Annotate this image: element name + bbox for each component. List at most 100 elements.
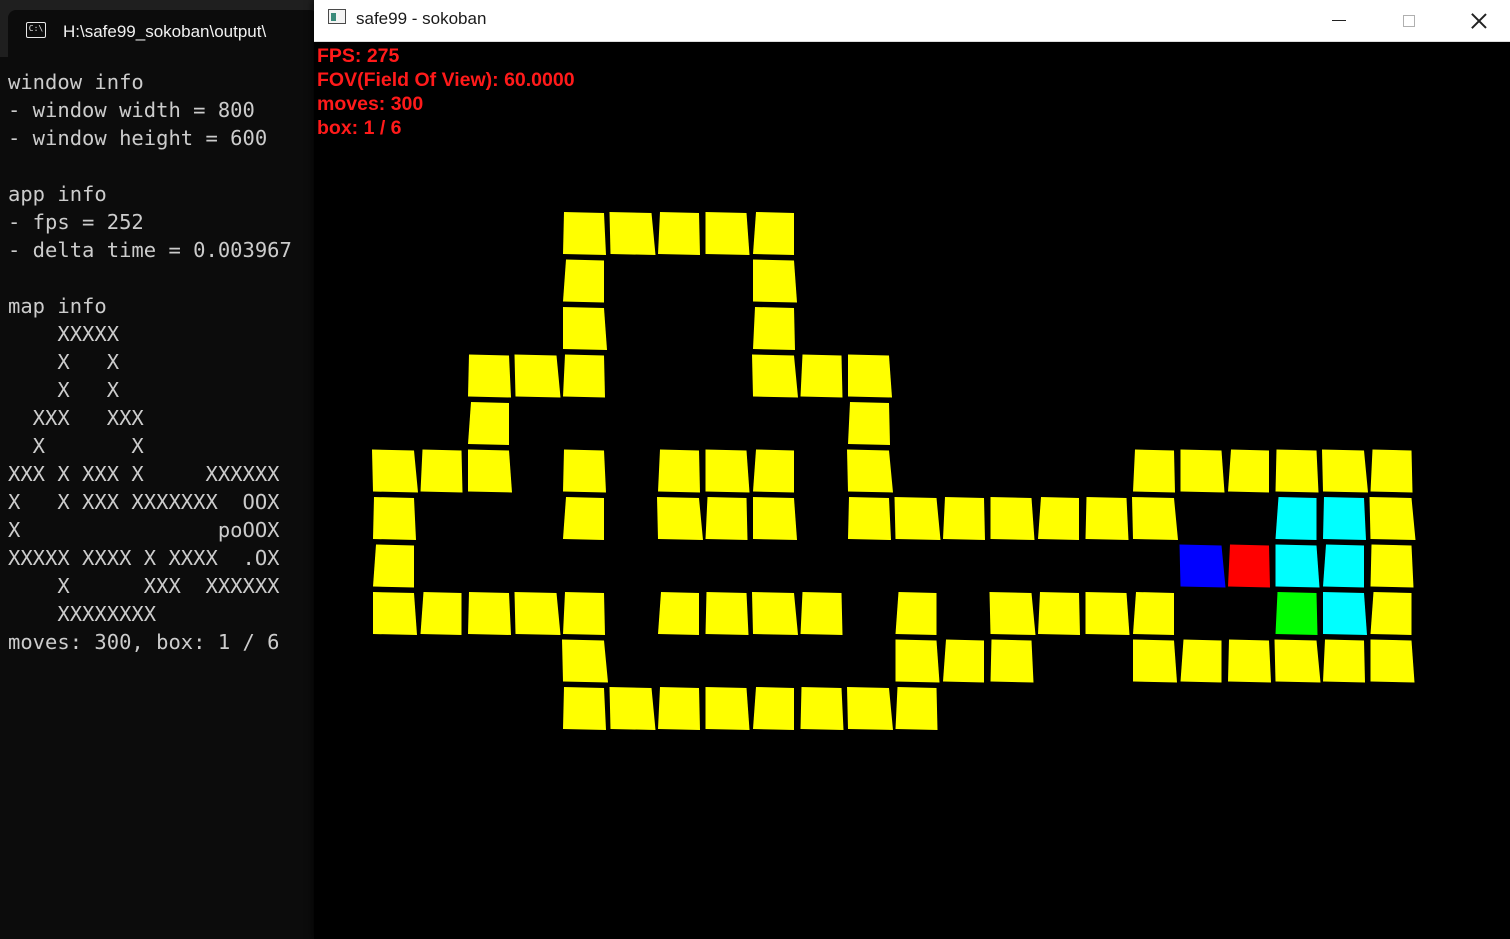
console-tab-bar: C:\ H:\safe99_sokoban\output\	[0, 0, 318, 57]
wall-tile	[1274, 639, 1321, 683]
wall-tile	[1370, 639, 1415, 683]
goal-tile	[1323, 592, 1367, 635]
wall-tile	[1180, 449, 1225, 493]
wall-tile	[1370, 449, 1413, 493]
console-tab[interactable]: C:\ H:\safe99_sokoban\output\	[8, 10, 318, 57]
wall-tile	[563, 212, 606, 255]
wall-tile	[943, 497, 985, 540]
wall-tile	[562, 639, 608, 683]
close-button[interactable]	[1444, 0, 1510, 41]
wall-tile	[563, 592, 605, 635]
wall-tile	[373, 544, 414, 588]
wall-tile	[847, 449, 893, 493]
maximize-button[interactable]	[1374, 0, 1444, 41]
wall-tile	[1228, 449, 1269, 493]
wall-tile	[800, 592, 843, 635]
wall-tile	[563, 307, 607, 350]
wall-tile	[1180, 639, 1222, 683]
wall-tile	[752, 592, 798, 635]
goal-tile	[1323, 497, 1366, 540]
title-bar[interactable]: safe99 - sokoban	[314, 0, 1510, 42]
maximize-icon	[1403, 14, 1415, 27]
wall-tile	[563, 449, 606, 493]
wall-tile	[943, 639, 984, 683]
wall-tile	[753, 449, 794, 493]
wall-tile	[468, 354, 511, 398]
wall-tile	[1038, 592, 1080, 635]
wall-tile	[753, 497, 797, 540]
console-output: window info - window width = 800 - windo…	[8, 70, 292, 654]
wall-tile	[1038, 497, 1079, 540]
wall-tile	[705, 212, 750, 255]
wall-tile	[609, 687, 656, 730]
wall-tile	[420, 592, 462, 635]
wall-tile	[372, 449, 418, 493]
sokoban-scene	[372, 212, 1416, 730]
wall-tile	[658, 687, 700, 730]
wall-tile	[1085, 497, 1129, 540]
hud-fov: FOV(Field Of View): 60.0000	[317, 69, 575, 91]
wall-tile	[848, 354, 892, 398]
wall-tile	[1085, 592, 1130, 635]
minimize-icon	[1332, 19, 1346, 22]
wall-tile	[514, 354, 561, 398]
wall-tile	[1322, 449, 1368, 493]
box-tile	[1228, 544, 1270, 588]
wall-tile	[1133, 592, 1174, 635]
wall-tile	[895, 639, 940, 683]
wall-tile	[563, 687, 606, 730]
wall-tile	[609, 212, 656, 255]
wall-tile	[990, 497, 1035, 540]
wall-tile	[420, 449, 463, 493]
game-window[interactable]: safe99 - sokoban FPS: 275 FOV(Field Of V…	[314, 0, 1510, 939]
close-icon	[1471, 13, 1487, 29]
wall-tile	[800, 687, 844, 730]
wall-tile	[848, 497, 891, 540]
wall-tile	[847, 687, 893, 730]
hud-box: box: 1 / 6	[317, 117, 402, 139]
wall-tile	[1370, 592, 1412, 635]
player-tile	[1179, 544, 1226, 588]
wall-tile	[468, 402, 509, 445]
wall-tile	[753, 212, 794, 255]
wall-tile	[1132, 497, 1178, 540]
minimize-button[interactable]	[1304, 0, 1374, 41]
wall-tile	[658, 212, 700, 255]
wall-tile	[705, 592, 749, 635]
wall-tile	[894, 497, 941, 540]
hud-overlay: FPS: 275 FOV(Field Of View): 60.0000 mov…	[317, 44, 575, 140]
wall-tile	[800, 354, 843, 398]
wall-tile	[563, 354, 605, 398]
wall-tile	[468, 449, 512, 493]
wall-tile	[753, 687, 794, 730]
target-tile	[1275, 592, 1318, 635]
wall-tile	[468, 592, 511, 635]
wall-tile	[753, 307, 795, 350]
wall-tile	[373, 497, 416, 540]
hud-moves: moves: 300	[317, 93, 424, 115]
wall-tile	[1323, 639, 1365, 683]
wall-tile	[1370, 544, 1414, 588]
terminal-icon: C:\	[26, 22, 46, 38]
wall-tile	[1228, 639, 1271, 683]
wall-tile	[563, 259, 604, 303]
goal-tile	[1275, 497, 1317, 540]
wall-tile	[989, 592, 1036, 635]
app-window-icon	[328, 9, 346, 24]
wall-tile	[658, 449, 700, 493]
wall-tile	[657, 497, 703, 540]
hud-fps: FPS: 275	[317, 45, 400, 67]
game-viewport[interactable]: FPS: 275 FOV(Field Of View): 60.0000 mov…	[314, 42, 1510, 939]
goal-tile	[1323, 544, 1364, 588]
wall-tile	[752, 354, 798, 398]
wall-tile	[705, 497, 748, 540]
wall-tile	[373, 592, 417, 635]
wall-tile	[1275, 449, 1319, 493]
wall-tile	[753, 259, 797, 303]
wall-tile	[563, 497, 604, 540]
wall-tile	[1369, 497, 1416, 540]
wall-tile	[848, 402, 890, 445]
window-title: safe99 - sokoban	[356, 9, 487, 28]
wall-tile	[514, 592, 561, 635]
console-window[interactable]: C:\ H:\safe99_sokoban\output\ window inf…	[0, 0, 318, 939]
